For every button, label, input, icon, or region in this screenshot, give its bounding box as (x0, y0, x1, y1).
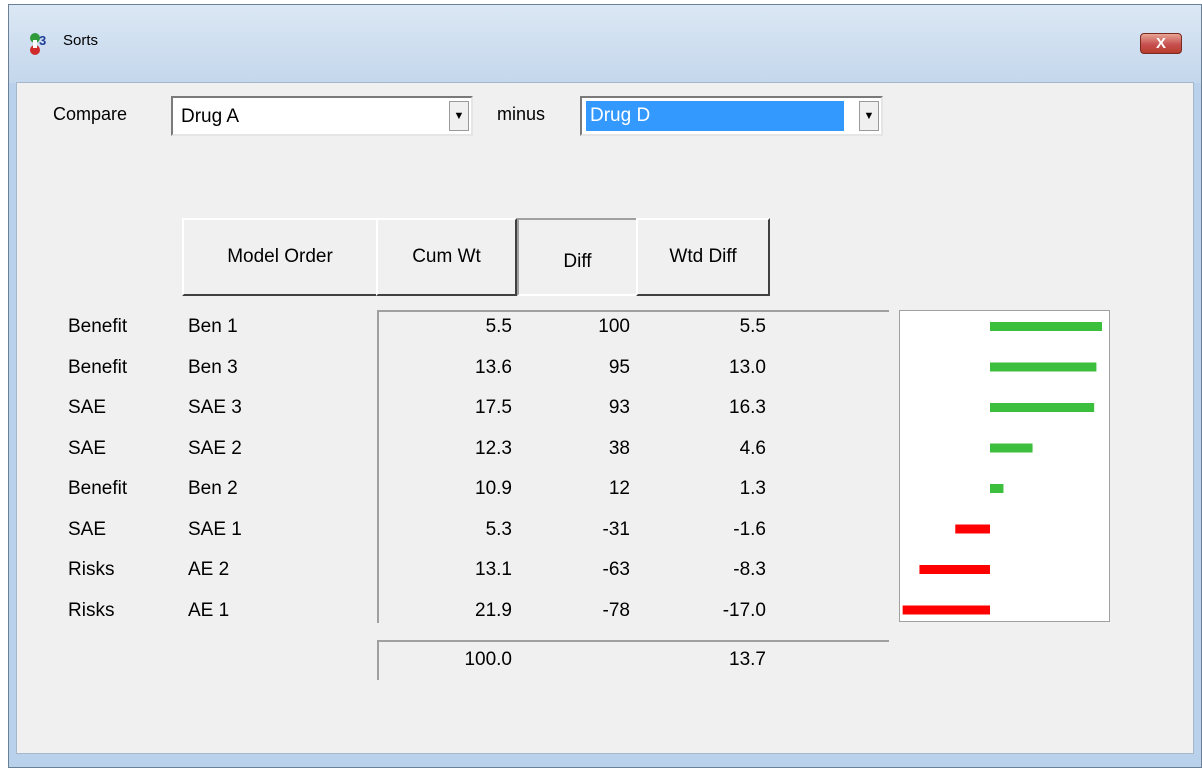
row-category: Risks (68, 559, 115, 580)
row-cum-wt: 13.1 (475, 559, 512, 580)
row-cum-wt: 17.5 (475, 397, 512, 418)
app-logo-icon: 3 (30, 33, 46, 55)
row-category: SAE (68, 519, 107, 540)
row-category: Benefit (68, 357, 128, 378)
row-diff: -31 (602, 519, 630, 540)
row-wtd-diff: -8.3 (733, 559, 766, 580)
diff-bar-sae-1 (955, 524, 990, 534)
close-button[interactable]: X (1140, 33, 1182, 54)
row-wtd-diff: 1.3 (739, 478, 766, 499)
row-diff: 100 (598, 316, 630, 337)
row-cum-wt: 10.9 (475, 478, 512, 499)
svg-text:3: 3 (39, 33, 46, 48)
sort-cum-wt-button[interactable]: Cum Wt (376, 218, 517, 296)
row-wtd-diff: 5.5 (739, 316, 766, 337)
row-diff: 12 (608, 478, 630, 499)
row-name: Ben 2 (188, 478, 238, 499)
row-wtd-diff: 16.3 (729, 397, 766, 418)
row-wtd-diff: -1.6 (733, 519, 766, 540)
row-cum-wt: 5.3 (485, 519, 512, 540)
right-drug-value: Drug D (586, 101, 844, 131)
row-diff: 93 (608, 397, 630, 418)
sort-wtd-diff-button[interactable]: Wtd Diff (636, 218, 770, 296)
row-name: AE 2 (188, 559, 230, 580)
diff-bar-sae-3 (990, 403, 1095, 412)
row-category: Risks (68, 600, 115, 621)
title-bar[interactable]: 3 (9, 5, 1201, 83)
row-cum-wt: 5.5 (485, 316, 512, 337)
row-category: Benefit (68, 478, 128, 499)
diff-bar-ben-1 (990, 322, 1102, 331)
chevron-down-icon[interactable]: ▼ (859, 101, 879, 131)
diff-bar-ae-1 (902, 605, 990, 615)
row-wtd-diff: -17.0 (722, 600, 766, 621)
row-diff: 38 (608, 438, 630, 459)
row-name: Ben 1 (188, 316, 238, 337)
right-drug-select[interactable]: Drug D ▼ (580, 96, 883, 136)
total-cum-wt: 100.0 (464, 649, 512, 670)
row-diff: 95 (608, 357, 630, 378)
row-wtd-diff: 4.6 (739, 438, 766, 459)
row-cum-wt: 21.9 (475, 600, 512, 621)
row-category: SAE (68, 438, 107, 459)
left-drug-select[interactable]: Drug A ▼ (171, 96, 473, 136)
row-cum-wt: 12.3 (475, 438, 512, 459)
diff-bar-ae-2 (919, 565, 990, 574)
diff-bar-ben-3 (990, 362, 1097, 372)
row-cum-wt: 13.6 (475, 357, 512, 378)
row-diff: -63 (602, 559, 630, 580)
left-drug-value: Drug A (181, 106, 240, 127)
chevron-down-icon[interactable]: ▼ (449, 101, 469, 131)
minus-label: minus (497, 104, 546, 124)
total-wtd-diff: 13.7 (729, 649, 766, 670)
diff-bar-ben-2 (990, 484, 1004, 493)
row-category: Benefit (68, 316, 128, 337)
row-name: SAE 2 (188, 438, 242, 459)
row-name: AE 1 (188, 600, 230, 621)
sort-diff-button[interactable]: Diff (517, 218, 638, 296)
compare-label: Compare (53, 104, 128, 124)
row-diff: -78 (602, 600, 630, 621)
row-name: SAE 3 (188, 397, 242, 418)
sort-model-order-button[interactable]: Model Order (182, 218, 378, 296)
row-name: Ben 3 (188, 357, 238, 378)
row-category: SAE (68, 397, 107, 418)
row-name: SAE 1 (188, 519, 242, 540)
row-wtd-diff: 13.0 (729, 357, 766, 378)
window-title: Sorts (63, 32, 99, 49)
diff-bar-chart (899, 310, 1110, 622)
diff-bar-sae-2 (990, 443, 1033, 453)
diff-bar-chart-svg (902, 322, 1102, 615)
